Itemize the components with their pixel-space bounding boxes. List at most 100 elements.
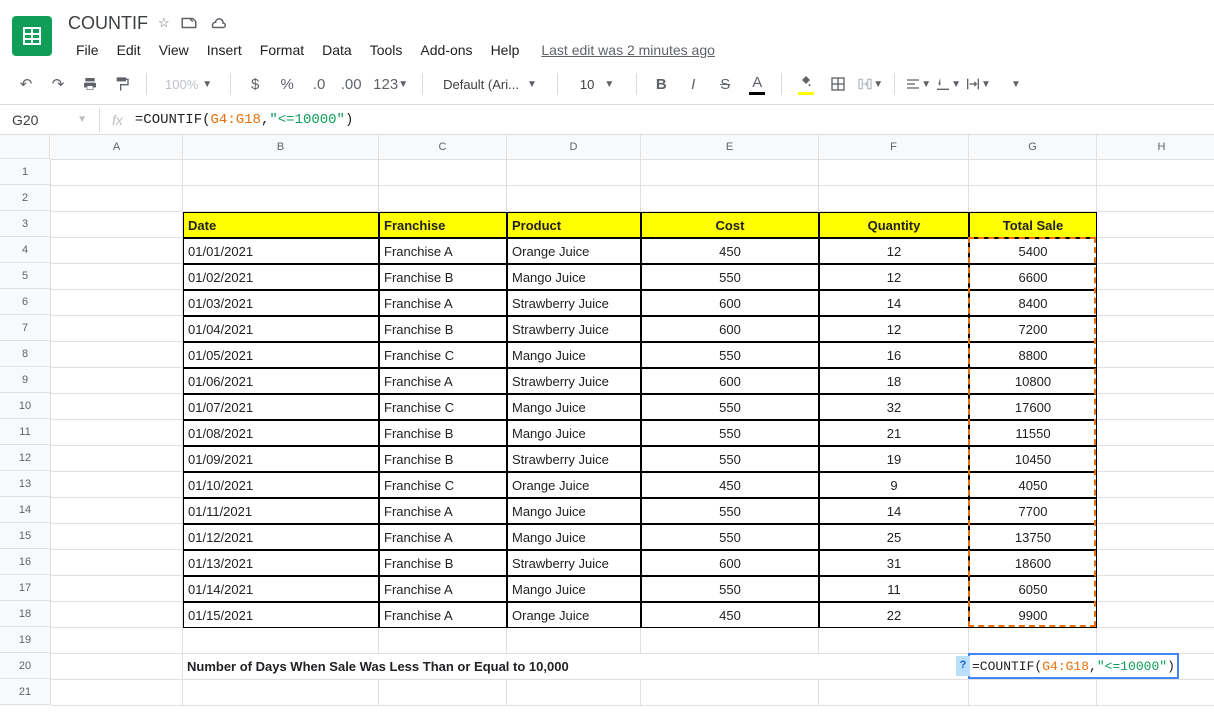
row-header[interactable]: 21: [0, 679, 50, 705]
cell[interactable]: 14: [819, 290, 969, 316]
cell[interactable]: Franchise B: [379, 446, 507, 472]
cell[interactable]: 01/06/2021: [183, 368, 379, 394]
redo-icon[interactable]: ↷: [44, 70, 72, 98]
cell[interactable]: [51, 238, 183, 264]
cell[interactable]: [51, 628, 183, 654]
cell[interactable]: [819, 654, 969, 680]
cell[interactable]: Franchise A: [379, 498, 507, 524]
cell[interactable]: 18: [819, 368, 969, 394]
cell[interactable]: [379, 160, 507, 186]
cell[interactable]: Mango Juice: [507, 394, 641, 420]
col-header-F[interactable]: F: [819, 135, 969, 159]
row-header[interactable]: 17: [0, 575, 50, 601]
cell[interactable]: 9900: [969, 602, 1097, 628]
cell[interactable]: Franchise C: [379, 394, 507, 420]
cell[interactable]: [1097, 238, 1214, 264]
col-header-C[interactable]: C: [379, 135, 507, 159]
bold-icon[interactable]: B: [647, 70, 675, 98]
menu-data[interactable]: Data: [314, 38, 360, 62]
cell[interactable]: [641, 680, 819, 706]
cell[interactable]: [969, 160, 1097, 186]
cell[interactable]: [183, 186, 379, 212]
decrease-decimal-icon[interactable]: .0: [305, 70, 333, 98]
cell[interactable]: 550: [641, 264, 819, 290]
cell[interactable]: 01/14/2021: [183, 576, 379, 602]
cell[interactable]: [51, 186, 183, 212]
cell[interactable]: [1097, 212, 1214, 238]
star-icon[interactable]: ☆: [158, 15, 170, 31]
row-header[interactable]: 20: [0, 653, 50, 679]
percent-icon[interactable]: %: [273, 70, 301, 98]
undo-icon[interactable]: ↶: [12, 70, 40, 98]
cell[interactable]: [51, 472, 183, 498]
cell[interactable]: [51, 420, 183, 446]
cell[interactable]: 01/01/2021: [183, 238, 379, 264]
cell[interactable]: 21: [819, 420, 969, 446]
cell[interactable]: [507, 654, 641, 680]
cell[interactable]: 4050: [969, 472, 1097, 498]
cell[interactable]: 9: [819, 472, 969, 498]
menu-addons[interactable]: Add-ons: [412, 38, 480, 62]
borders-icon[interactable]: [824, 70, 852, 98]
doc-title[interactable]: COUNTIF: [68, 13, 148, 34]
cell[interactable]: 01/05/2021: [183, 342, 379, 368]
merge-icon[interactable]: ▼: [856, 70, 884, 98]
text-color-icon[interactable]: A: [743, 70, 771, 98]
cell[interactable]: Quantity: [819, 212, 969, 238]
cell[interactable]: Strawberry Juice: [507, 368, 641, 394]
cell[interactable]: [819, 160, 969, 186]
cell[interactable]: [51, 264, 183, 290]
row-header[interactable]: 19: [0, 627, 50, 653]
formula-help-icon[interactable]: ?: [956, 656, 970, 676]
row-header[interactable]: 5: [0, 263, 50, 289]
cell[interactable]: [969, 628, 1097, 654]
menu-insert[interactable]: Insert: [199, 38, 250, 62]
cell[interactable]: 01/07/2021: [183, 394, 379, 420]
cell[interactable]: 12: [819, 264, 969, 290]
cell[interactable]: [1097, 368, 1214, 394]
row-header[interactable]: 4: [0, 237, 50, 263]
cell[interactable]: [1097, 628, 1214, 654]
last-edit-link[interactable]: Last edit was 2 minutes ago: [541, 42, 715, 58]
cell[interactable]: Franchise A: [379, 368, 507, 394]
cell[interactable]: [51, 212, 183, 238]
cell[interactable]: Strawberry Juice: [507, 290, 641, 316]
cell[interactable]: 01/04/2021: [183, 316, 379, 342]
cell[interactable]: [819, 628, 969, 654]
cell[interactable]: Franchise A: [379, 524, 507, 550]
cell[interactable]: 16: [819, 342, 969, 368]
row-header[interactable]: 13: [0, 471, 50, 497]
cell[interactable]: Number of Days When Sale Was Less Than o…: [183, 654, 379, 680]
cell[interactable]: 600: [641, 368, 819, 394]
move-icon[interactable]: [180, 14, 198, 32]
cell[interactable]: Franchise C: [379, 472, 507, 498]
col-header-A[interactable]: A: [51, 135, 183, 159]
row-header[interactable]: 3: [0, 211, 50, 237]
cell[interactable]: [1097, 602, 1214, 628]
cell[interactable]: [51, 680, 183, 706]
cell[interactable]: Franchise B: [379, 264, 507, 290]
cell[interactable]: [1097, 680, 1214, 706]
cell[interactable]: [969, 186, 1097, 212]
cell[interactable]: 01/08/2021: [183, 420, 379, 446]
cell[interactable]: Mango Juice: [507, 264, 641, 290]
cell[interactable]: [51, 316, 183, 342]
halign-icon[interactable]: ▼: [905, 70, 931, 98]
cell[interactable]: 8800: [969, 342, 1097, 368]
row-header[interactable]: 6: [0, 289, 50, 315]
cell[interactable]: Strawberry Juice: [507, 316, 641, 342]
cell[interactable]: [1097, 394, 1214, 420]
wrap-icon[interactable]: ▼: [965, 70, 991, 98]
zoom-dropdown[interactable]: 100%▼: [157, 73, 220, 96]
cell[interactable]: [1097, 446, 1214, 472]
col-header-D[interactable]: D: [507, 135, 641, 159]
cell[interactable]: Strawberry Juice: [507, 550, 641, 576]
cell[interactable]: 450: [641, 602, 819, 628]
cell[interactable]: [51, 368, 183, 394]
cell[interactable]: [183, 680, 379, 706]
row-header[interactable]: 14: [0, 497, 50, 523]
cell[interactable]: [1097, 498, 1214, 524]
row-header[interactable]: 16: [0, 549, 50, 575]
cell[interactable]: [51, 602, 183, 628]
cell[interactable]: 22: [819, 602, 969, 628]
